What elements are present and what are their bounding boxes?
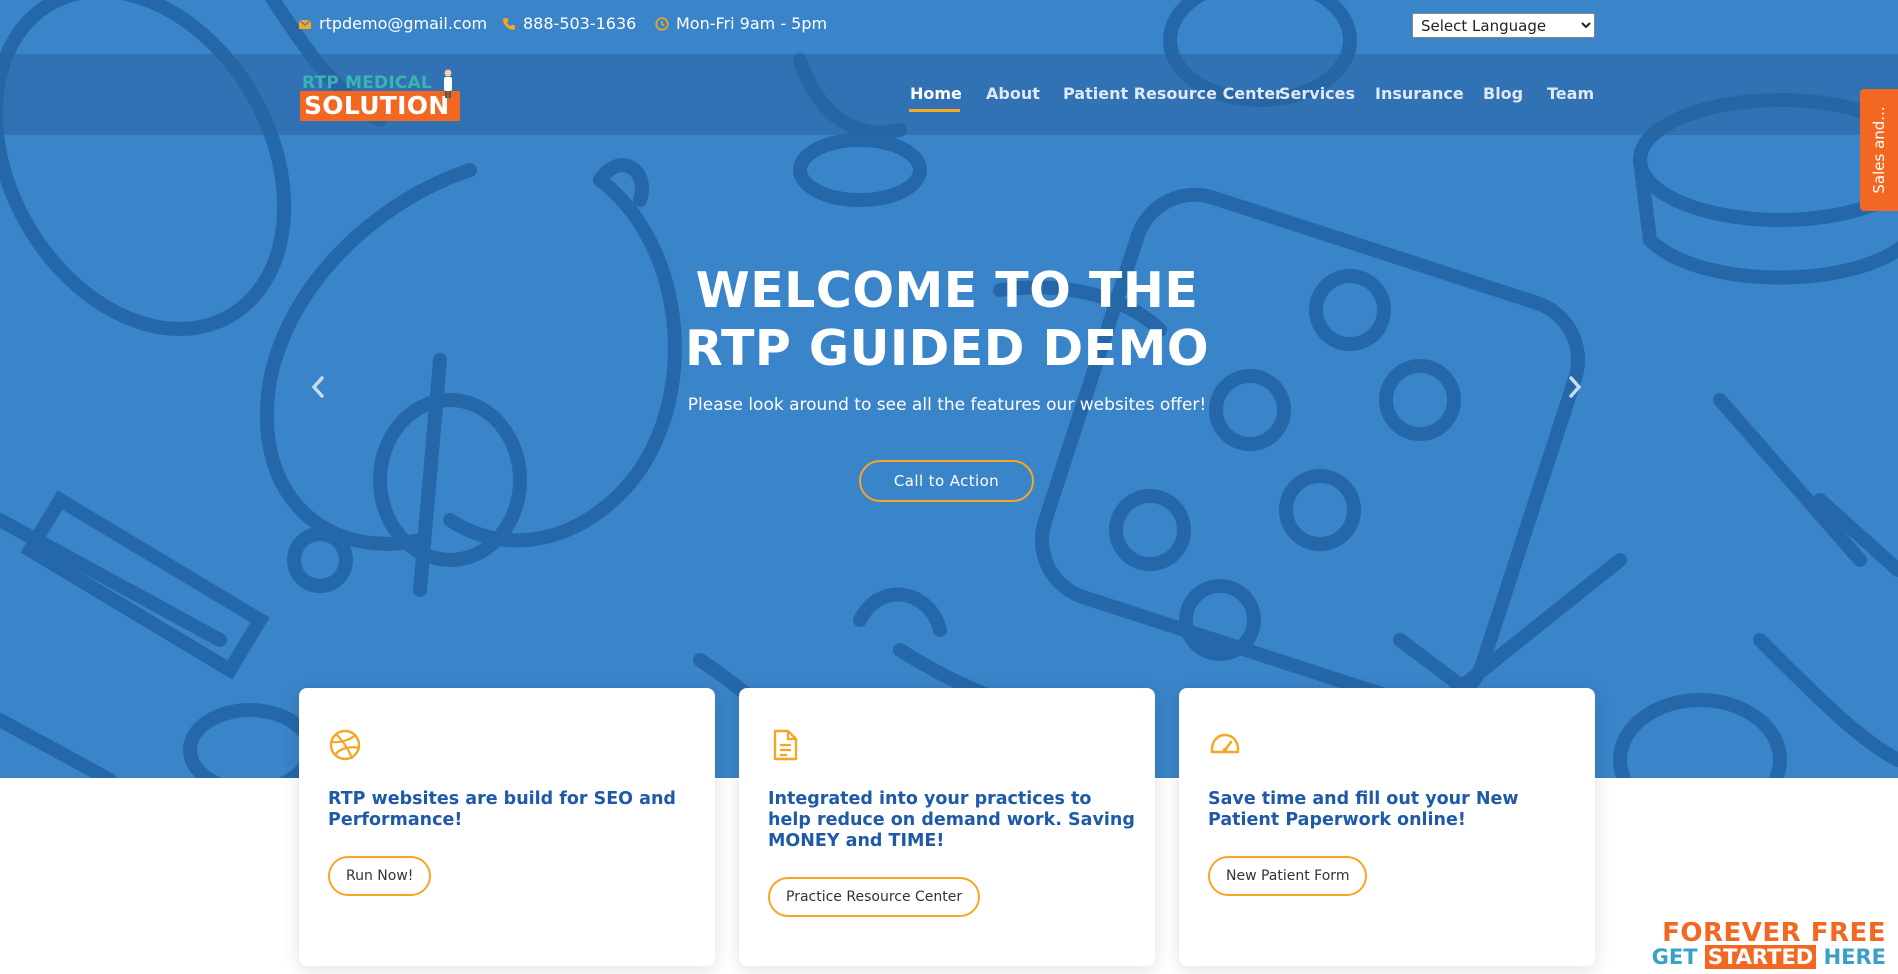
nav-insurance[interactable]: Insurance xyxy=(1375,84,1464,103)
promo-line2: GET STARTED HERE xyxy=(1652,945,1886,969)
nav-home[interactable]: Home xyxy=(910,84,962,103)
new-patient-form-button[interactable]: New Patient Form xyxy=(1208,856,1368,896)
logo-line1: RTP MEDICAL xyxy=(302,73,432,93)
phone-text[interactable]: 888-503-1636 xyxy=(523,14,636,33)
call-to-action-button[interactable]: Call to Action xyxy=(859,460,1034,502)
nav-services[interactable]: Services xyxy=(1279,84,1355,103)
carousel-next-arrow-icon[interactable] xyxy=(1563,372,1587,402)
document-icon xyxy=(773,729,798,761)
forever-free-badge[interactable]: FOREVER FREE GET STARTED HERE xyxy=(1652,918,1886,969)
feature-card-text: Integrated into your practices to help r… xyxy=(768,789,1135,851)
hero-subtitle: Please look around to see all the featur… xyxy=(687,395,1207,415)
promo-get: GET xyxy=(1651,945,1698,969)
phone-contact[interactable]: 888-503-1636 xyxy=(502,14,636,33)
nav-active-underline xyxy=(909,109,960,112)
practice-resource-center-button[interactable]: Practice Resource Center xyxy=(768,877,981,917)
nav-about[interactable]: About xyxy=(986,84,1040,103)
promo-started: STARTED xyxy=(1704,945,1817,969)
mail-icon xyxy=(298,19,312,29)
hero-title-line2: RTP GUIDED DEMO xyxy=(684,320,1210,377)
promo-here: HERE xyxy=(1823,945,1886,969)
nav-patient-resource-center[interactable]: Patient Resource Center xyxy=(1063,84,1283,103)
phone-icon xyxy=(503,17,515,30)
clock-icon xyxy=(655,16,669,31)
main-navbar: RTP MEDICAL SOLUTION Home About Patient … xyxy=(0,54,1898,135)
hero-title: WELCOME TO THE RTP GUIDED DEMO xyxy=(600,262,1294,378)
logo-line2: SOLUTION xyxy=(300,91,460,121)
hours-contact: Mon-Fri 9am - 5pm xyxy=(655,14,827,33)
top-contact-bar: rtpdemo@gmail.com 888-503-1636 Mon-Fri 9… xyxy=(0,0,1898,54)
doctor-figure-icon xyxy=(444,69,452,98)
language-select[interactable]: Select Language xyxy=(1412,13,1595,38)
speedometer-icon xyxy=(1210,733,1240,754)
run-now-button[interactable]: Run Now! xyxy=(328,856,432,896)
sales-side-tab[interactable]: Sales and... xyxy=(1860,89,1898,211)
hero-section: rtpdemo@gmail.com 888-503-1636 Mon-Fri 9… xyxy=(0,0,1898,778)
site-logo[interactable]: RTP MEDICAL SOLUTION xyxy=(300,69,462,125)
nav-blog[interactable]: Blog xyxy=(1483,84,1523,103)
carousel-prev-arrow-icon[interactable] xyxy=(306,372,330,402)
dribbble-icon xyxy=(329,729,361,761)
feature-card-seo: RTP websites are build for SEO and Perfo… xyxy=(299,688,715,966)
feature-card-text: Save time and fill out your New Patient … xyxy=(1208,789,1519,830)
email-contact[interactable]: rtpdemo@gmail.com xyxy=(298,14,487,33)
promo-line1: FOREVER FREE xyxy=(1662,918,1886,948)
sales-side-tab-label: Sales and... xyxy=(1870,106,1888,194)
hours-text: Mon-Fri 9am - 5pm xyxy=(676,14,828,33)
nav-team[interactable]: Team xyxy=(1547,84,1594,103)
feature-card-integration: Integrated into your practices to help r… xyxy=(739,688,1155,966)
email-text[interactable]: rtpdemo@gmail.com xyxy=(319,14,487,33)
feature-card-text: RTP websites are build for SEO and Perfo… xyxy=(328,789,676,830)
feature-card-paperwork: Save time and fill out your New Patient … xyxy=(1179,688,1595,966)
hero-title-line1: WELCOME TO THE xyxy=(695,262,1199,319)
